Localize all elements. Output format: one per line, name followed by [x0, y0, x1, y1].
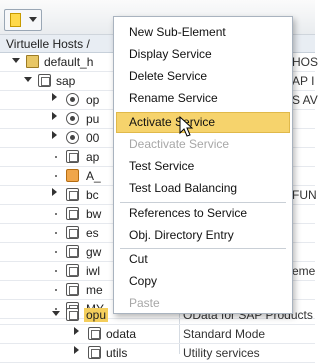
- tree-row-label: me: [86, 283, 103, 297]
- tree-row-label: sap: [56, 74, 76, 88]
- tree-row-description: HOS: [292, 55, 319, 69]
- leaf-dot-icon: [55, 175, 57, 177]
- service-circle-icon: [66, 131, 79, 144]
- host-folder-icon: [26, 55, 39, 68]
- package-icon: [66, 207, 79, 220]
- document-dropdown-button[interactable]: [4, 9, 42, 31]
- tree-row-description: Utility services: [183, 346, 260, 360]
- menu-item-activate-service[interactable]: Activate Service: [116, 112, 290, 133]
- menu-item-deactivate-service: Deactivate Service: [129, 137, 230, 151]
- tree-row-label: A_: [86, 169, 101, 183]
- menu-item-copy[interactable]: Copy: [116, 271, 290, 292]
- tree-row-label: default_h: [44, 55, 94, 69]
- tree-row-label: bw: [86, 207, 102, 221]
- menu-item-cut[interactable]: Cut: [116, 249, 290, 270]
- package-icon: [88, 327, 101, 340]
- warning-icon: [66, 169, 79, 182]
- tree-row-description: Standard Mode: [183, 327, 266, 341]
- document-icon: [10, 13, 21, 27]
- menu-item-paste: Paste: [129, 296, 160, 310]
- menu-item-display-service[interactable]: Display Service: [116, 44, 290, 65]
- package-icon: [66, 264, 79, 277]
- leaf-dot-icon: [55, 289, 57, 291]
- expand-right-icon[interactable]: [52, 93, 57, 101]
- menu-item-rename-service[interactable]: Rename Service: [116, 88, 290, 109]
- tree-row-description: FUN: [292, 188, 317, 202]
- package-icon: [66, 283, 79, 296]
- tree-row-description: S AV: [292, 93, 318, 107]
- tree-row-label: ap: [86, 150, 100, 164]
- leaf-dot-icon: [55, 232, 57, 234]
- package-icon: [66, 150, 79, 163]
- expand-down-icon[interactable]: [24, 77, 32, 82]
- tree-row-label: 00: [86, 131, 100, 145]
- tree-row-label: es: [86, 226, 99, 240]
- package-icon: [66, 245, 79, 258]
- mouse-pointer-icon: [179, 116, 194, 137]
- expand-right-icon[interactable]: [74, 346, 79, 354]
- package-icon: [38, 74, 51, 87]
- leaf-dot-icon: [55, 213, 57, 215]
- tree-row-label: iwl: [86, 264, 100, 278]
- expand-right-icon[interactable]: [52, 112, 57, 120]
- leaf-dot-icon: [55, 156, 57, 158]
- tree-row-label: opu: [84, 308, 109, 322]
- menu-item-delete-service[interactable]: Delete Service: [116, 66, 290, 87]
- tree-row-label: odata: [106, 327, 137, 341]
- package-icon: [66, 226, 79, 239]
- menu-item-references-to-service[interactable]: References to Service: [116, 203, 290, 224]
- service-circle-icon: [66, 93, 79, 106]
- chevron-down-icon: [29, 17, 37, 22]
- leaf-dot-icon: [55, 270, 57, 272]
- tree-row-label: utils: [106, 346, 128, 360]
- tree-row-label: gw: [86, 245, 102, 259]
- menu-item-test-service[interactable]: Test Service: [116, 156, 290, 177]
- package-icon: [88, 346, 101, 359]
- tree-row-description: eme: [292, 264, 316, 278]
- menu-item-obj-directory-entry[interactable]: Obj. Directory Entry: [116, 225, 290, 246]
- expand-right-icon[interactable]: [74, 327, 79, 335]
- context-menu: New Sub-Element Display Service Delete S…: [113, 16, 293, 314]
- expand-right-icon[interactable]: [52, 131, 57, 139]
- tree-row-label: bc: [86, 188, 99, 202]
- service-circle-icon: [66, 112, 79, 125]
- tree-row-label: pu: [86, 112, 100, 126]
- expand-down-icon[interactable]: [12, 58, 20, 63]
- leaf-dot-icon: [55, 251, 57, 253]
- package-icon: [66, 308, 79, 321]
- tree-row-label: op: [86, 93, 100, 107]
- menu-item-new-sub-element[interactable]: New Sub-Element: [116, 22, 290, 43]
- expand-right-icon[interactable]: [52, 188, 57, 196]
- tree-row-description: AP I: [292, 74, 315, 88]
- expand-down-icon[interactable]: [52, 311, 60, 316]
- tree-header-title: Virtuelle Hosts /: [6, 37, 90, 51]
- tree-row[interactable]: odata Standard Mode: [0, 325, 315, 344]
- menu-item-test-load-balancing[interactable]: Test Load Balancing: [116, 178, 290, 199]
- package-icon: [66, 188, 79, 201]
